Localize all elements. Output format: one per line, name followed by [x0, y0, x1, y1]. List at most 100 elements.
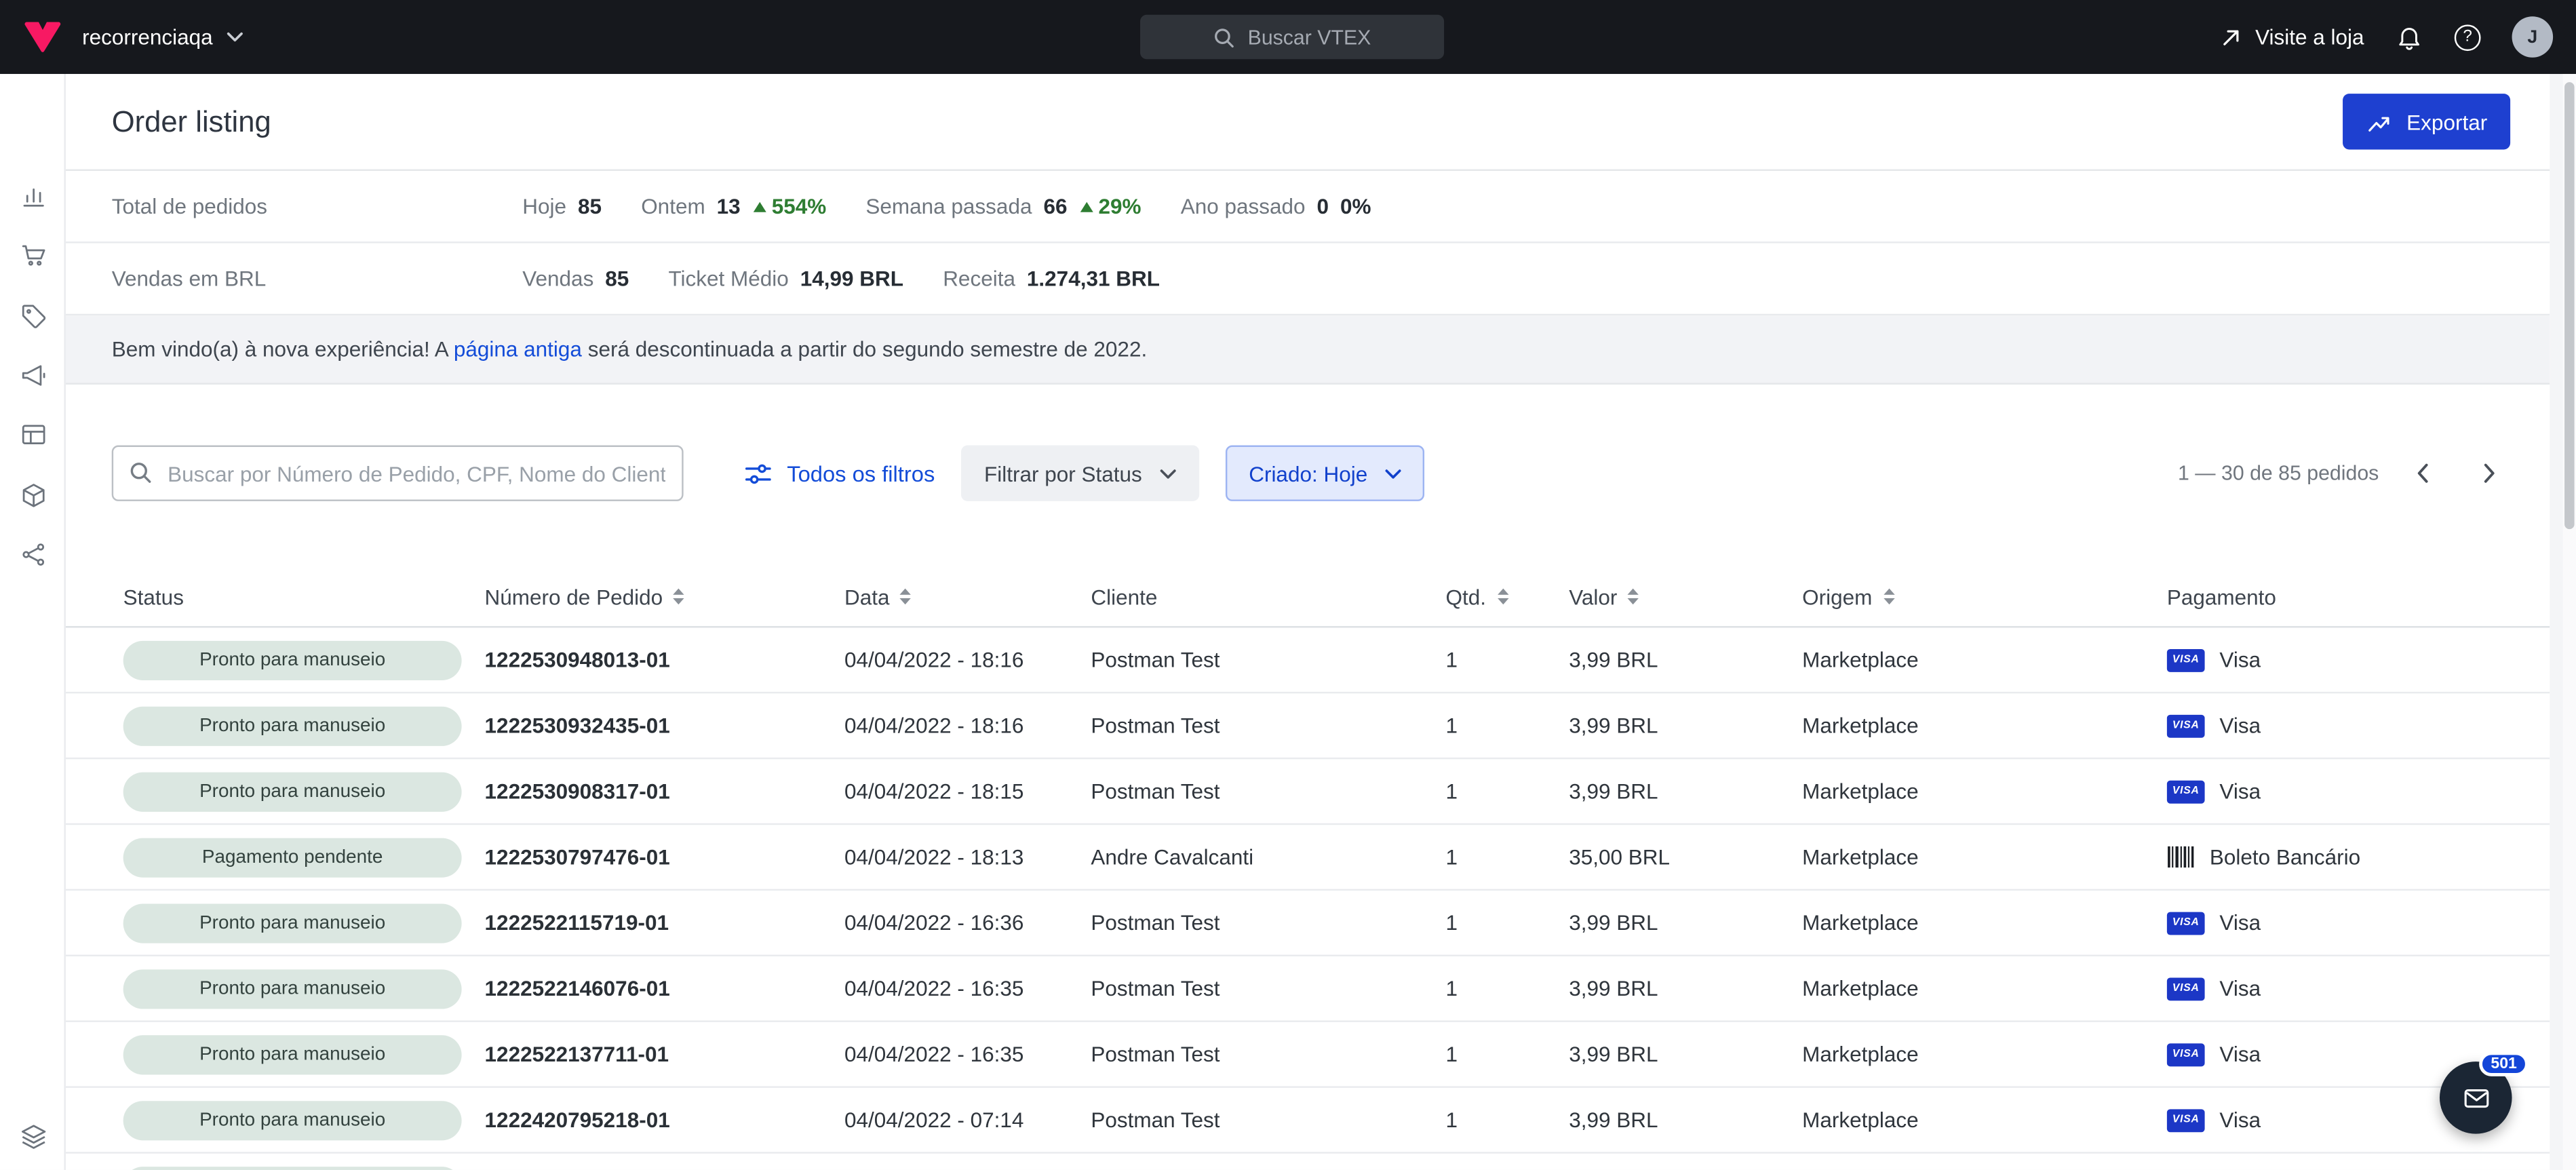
export-button[interactable]: Exportar — [2343, 94, 2510, 149]
messages-floating-button[interactable]: 501 — [2440, 1061, 2512, 1134]
trend-up-icon — [752, 199, 767, 212]
table-header: StatusNúmero de PedidoDataClienteQtd.Val… — [66, 567, 2550, 628]
order-row[interactable]: Pronto para manuseio1222522115719-0104/0… — [66, 891, 2550, 956]
visit-store-link[interactable]: Visite a loja — [2219, 24, 2364, 49]
sidebar-item-apps[interactable] — [13, 1116, 52, 1155]
status-badge: Pronto para manuseio — [123, 771, 462, 811]
sidebar-item-orders[interactable] — [13, 235, 52, 274]
metric-value: 85 — [605, 266, 629, 290]
visit-store-label: Visite a loja — [2255, 24, 2364, 49]
vtex-admin: recorrenciaqa Buscar VTEX Visite a loja … — [0, 0, 2576, 1170]
order-row[interactable]: Pagamento pendente 1222530797476-0104/04/… — [66, 825, 2550, 891]
user-avatar[interactable]: J — [2512, 16, 2554, 58]
vtex-logo[interactable] — [23, 20, 62, 54]
column-header-cliente: Cliente — [1091, 584, 1445, 608]
metric: Ontem13554% — [641, 194, 826, 218]
metric-delta: 29% — [1078, 194, 1141, 218]
order-date: 04/04/2022 - 18:13 — [844, 844, 1091, 869]
all-filters-button[interactable]: Todos os filtros — [744, 459, 935, 487]
sidebar-item-catalog[interactable] — [13, 475, 52, 514]
sidebar-item-analytics[interactable] — [13, 176, 52, 215]
metric-value: 66 — [1043, 194, 1067, 218]
column-header-qtd-[interactable]: Qtd. — [1446, 584, 1569, 608]
scrollbar-thumb[interactable] — [2564, 82, 2575, 529]
order-origin: Marketplace — [1802, 779, 2167, 803]
status-filter-label: Filtrar por Status — [984, 461, 1142, 486]
sidebar-item-promotions[interactable] — [13, 296, 52, 335]
order-qty: 1 — [1446, 844, 1569, 869]
order-value: 3,99 BRL — [1569, 713, 1802, 737]
order-row[interactable]: Pronto para manuseio1222530908317-0104/0… — [66, 759, 2550, 825]
trend-up-icon — [1078, 199, 1093, 212]
previous-page-button[interactable] — [2402, 452, 2444, 494]
order-number: 1222530797476-01 — [485, 844, 844, 869]
notice-text: Bem vindo(a) à nova experiência! A págin… — [112, 337, 1148, 362]
order-value: 3,99 BRL — [1569, 910, 1802, 935]
pagination-label: 1 — 30 de 85 pedidos — [2178, 462, 2379, 485]
column-header-data[interactable]: Data — [844, 584, 1091, 608]
stats-row: Vendas em BRL Vendas85Ticket Médio14,99 … — [66, 243, 2550, 316]
metric-label: Semana passada — [865, 194, 1032, 218]
order-payment: Boleto Bancário — [2167, 844, 2524, 869]
metric-delta: 0% — [1340, 194, 1371, 218]
order-qty: 1 — [1446, 976, 1569, 1000]
metric-value: 85 — [578, 194, 602, 218]
status-badge: Pronto para manuseio — [123, 706, 462, 745]
order-number: 1222420795218-01 — [485, 1108, 844, 1132]
topbar-actions: Visite a loja ? J — [2219, 16, 2553, 58]
help-button[interactable]: ? — [2455, 24, 2481, 50]
status-badge: Pronto para manuseio — [123, 640, 462, 680]
chevron-left-icon — [2417, 463, 2429, 483]
order-search-input[interactable] — [112, 446, 684, 501]
visa-icon: VISA — [2167, 1108, 2205, 1131]
search-icon — [128, 460, 153, 484]
old-page-link[interactable]: página antiga — [454, 337, 582, 362]
order-origin: Marketplace — [1802, 976, 2167, 1000]
sidebar-item-integrations[interactable] — [13, 534, 52, 573]
order-client: Postman Test — [1091, 1042, 1445, 1066]
order-date: 04/04/2022 - 18:16 — [844, 713, 1091, 737]
column-header-pagamento: Pagamento — [2167, 584, 2524, 608]
sidebar-item-marketing[interactable] — [13, 355, 52, 394]
export-button-label: Exportar — [2406, 109, 2487, 134]
account-switcher[interactable]: recorrenciaqa — [82, 24, 242, 49]
layers-icon — [19, 1121, 47, 1149]
metric-label: Ano passado — [1181, 194, 1306, 218]
order-qty: 1 — [1446, 779, 1569, 803]
order-origin: Marketplace — [1802, 1108, 2167, 1132]
order-origin: Marketplace — [1802, 648, 2167, 672]
column-header-origem[interactable]: Origem — [1802, 584, 2167, 608]
column-header-valor[interactable]: Valor — [1569, 584, 1802, 608]
global-search[interactable]: Buscar VTEX — [1140, 15, 1444, 59]
order-row[interactable]: Pronto para manuseio1222420795218-0104/0… — [66, 1088, 2550, 1154]
order-row[interactable]: Pronto para manuseio1222522137711-0104/0… — [66, 1022, 2550, 1088]
sidebar — [0, 74, 66, 1170]
order-qty: 1 — [1446, 648, 1569, 672]
order-date: 04/04/2022 - 16:35 — [844, 1042, 1091, 1066]
order-row[interactable]: Pronto para manuseio1222522146076-0104/0… — [66, 956, 2550, 1022]
order-search-field — [112, 446, 684, 501]
column-header-n-mero-de-pedido[interactable]: Número de Pedido — [485, 584, 844, 608]
sidebar-item-storefront[interactable] — [13, 414, 52, 454]
order-row-partial[interactable] — [66, 1154, 2550, 1170]
payment-label: Visa — [2219, 976, 2261, 1000]
status-badge: Pagamento pendente — [123, 837, 462, 876]
order-client: Postman Test — [1091, 910, 1445, 935]
visa-icon: VISA — [2167, 714, 2205, 737]
order-value: 3,99 BRL — [1569, 1108, 1802, 1132]
payment-label: Visa — [2219, 910, 2261, 935]
metric-value: 1.274,31 BRL — [1027, 266, 1160, 290]
chevron-right-icon — [2482, 463, 2495, 483]
stats-row-label: Total de pedidos — [112, 194, 523, 218]
payment-label: Visa — [2219, 779, 2261, 803]
order-origin: Marketplace — [1802, 844, 2167, 869]
order-row[interactable]: Pronto para manuseio1222530948013-0104/0… — [66, 627, 2550, 693]
created-filter-dropdown[interactable]: Criado: Hoje — [1226, 446, 1425, 501]
order-row[interactable]: Pronto para manuseio1222530932435-0104/0… — [66, 693, 2550, 759]
order-origin: Marketplace — [1802, 910, 2167, 935]
notifications-button[interactable] — [2396, 23, 2423, 51]
bar-chart-icon — [19, 182, 47, 210]
order-value: 3,99 BRL — [1569, 1042, 1802, 1066]
status-filter-dropdown[interactable]: Filtrar por Status — [961, 446, 1199, 501]
next-page-button[interactable] — [2467, 452, 2510, 494]
